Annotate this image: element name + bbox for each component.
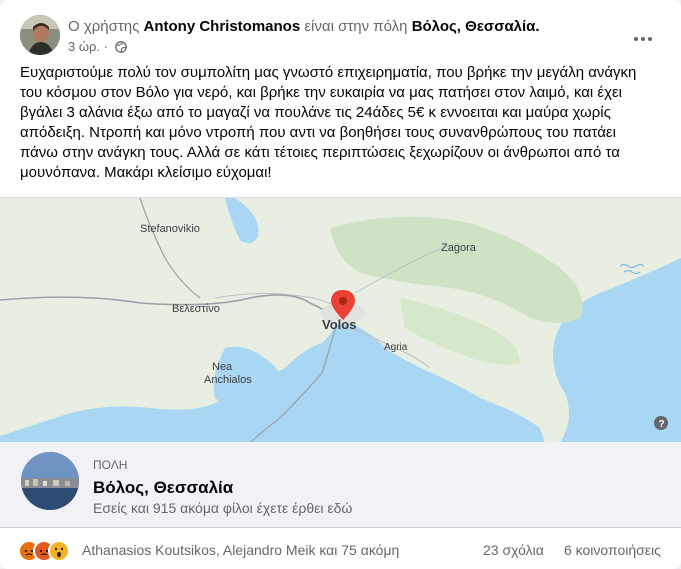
body-line: Ευχαριστούμε πολύ τον συμπολίτη μας γνωσ… [20,64,637,81]
body-line: απόδειξη. Ντροπή και μόνο ντροπή που αντ… [20,124,616,141]
post-meta: 3 ώρ. · [68,39,127,56]
header-prefix: Ο χρήστης [68,18,140,35]
location-map[interactable]: Stefanovikio Zagora Βελεστίνο Volos Agri… [0,197,681,443]
reactors-text[interactable]: Athanasios Koutsikos, Alejandro Meik και… [82,542,399,558]
shares-count[interactable]: 6 κοινοποιήσεις [564,542,661,558]
location-link[interactable]: Βόλος, Θεσσαλία. [412,18,540,35]
comments-count[interactable]: 23 σχόλια [483,542,544,558]
post-header: Ο χρήστης Antony Christomanos είναι στην… [14,12,664,56]
body-line: βγάλει 3 αλάνια έξω από το μαγαζί να που… [20,104,611,121]
map-label-nea: Nea [212,361,233,373]
map-label-anchialos: Anchialos [204,374,252,386]
map-label-zagora: Zagora [441,242,477,254]
body-line: του κόσμου στον Βόλο για νερό, και βρήκε… [20,84,623,101]
body-line: μουνόπανα. Μακάρι κλείσιμο εύχομαι! [20,164,272,181]
reaction-icons[interactable] [18,540,78,562]
avatar[interactable] [20,15,60,55]
post-card: Ο χρήστης Antony Christomanos είναι στην… [0,0,681,569]
place-card[interactable]: ΠΟΛΗ Βόλος, Θεσσαλία Εσείς και 915 ακόμα… [0,442,681,528]
header-line: Ο χρήστης Antony Christomanos είναι στην… [68,18,540,35]
city-thumbnail [21,452,79,510]
map-label-stefanovikio: Stefanovikio [140,223,200,235]
post-footer: Athanasios Koutsikos, Alejandro Meik και… [0,532,681,569]
place-name[interactable]: Βόλος, Θεσσαλία [93,478,233,498]
author-name[interactable]: Antony Christomanos [144,18,301,35]
globe-icon [114,41,127,56]
svg-text:?: ? [659,419,665,430]
map-label-agria: Agria [384,342,408,353]
wow-icon [48,540,70,562]
place-type: ΠΟΛΗ [93,458,128,472]
post-body: Ευχαριστούμε πολύ τον συμπολίτη μας γνωσ… [20,63,666,183]
body-line: πάνω στην ανάγκη τους. Αλλά σε κάτι τέτο… [20,144,620,161]
more-icon[interactable] [632,28,656,44]
map-label-velestino: Βελεστίνο [172,303,220,315]
expand-icon[interactable]: ? [654,416,668,430]
place-subtitle: Εσείς και 915 ακόμα φίλοι έχετε έρθει εδ… [93,500,353,516]
post-time[interactable]: 3 ώρ. [68,39,100,54]
header-middle: είναι στην πόλη [304,18,408,35]
map-label-volos: Volos [322,317,356,332]
